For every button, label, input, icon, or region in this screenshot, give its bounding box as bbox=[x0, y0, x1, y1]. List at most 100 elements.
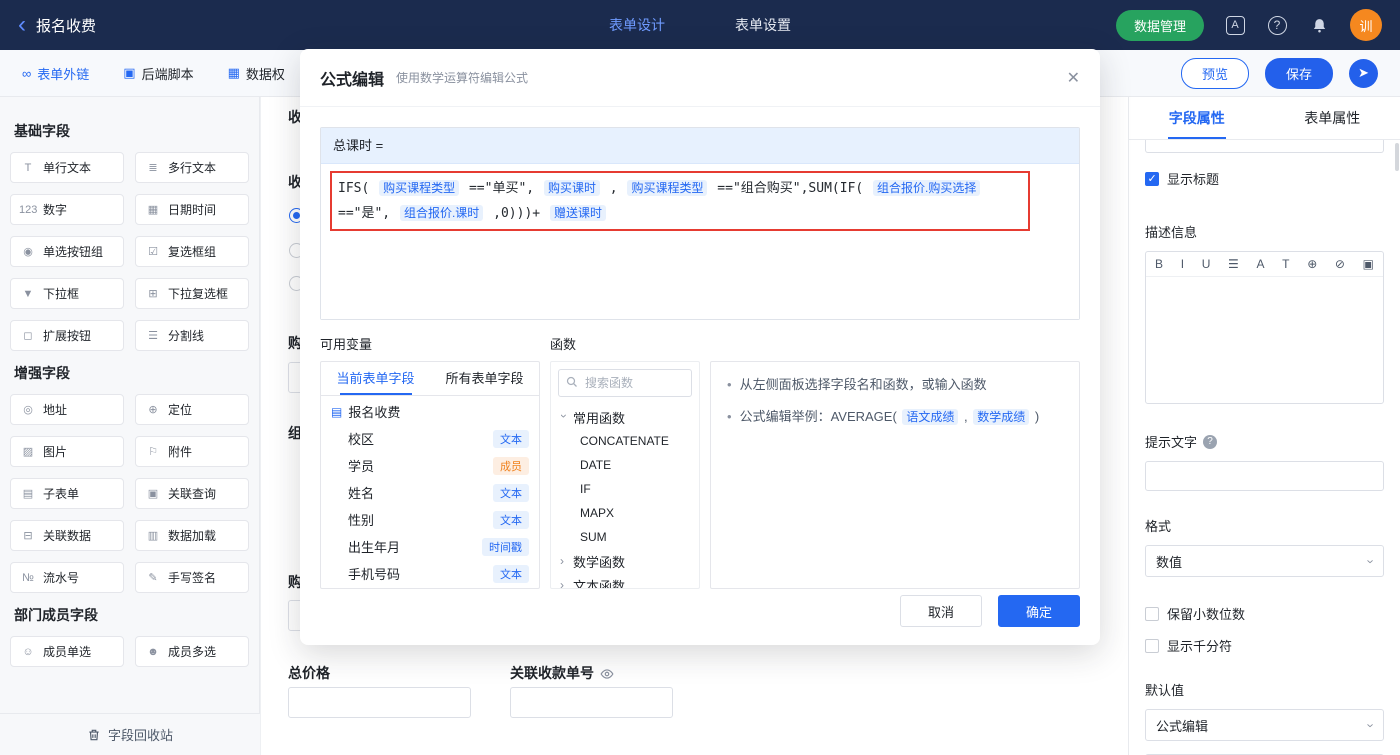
formula-segment[interactable]: =="组合购买",SUM(IF( bbox=[717, 181, 871, 196]
related-receipt-input[interactable] bbox=[510, 687, 673, 718]
formula-segment[interactable]: 购买课程类型 bbox=[627, 180, 708, 196]
back-icon[interactable]: ‹ bbox=[18, 13, 26, 37]
unlink-icon[interactable]: ⊘ bbox=[1335, 257, 1345, 271]
share-button[interactable]: ➤ bbox=[1349, 58, 1378, 88]
format-select[interactable]: 数值 › bbox=[1145, 545, 1384, 577]
function-list-item[interactable]: › CONCATENATE bbox=[558, 429, 692, 453]
function-list-item[interactable]: › 常用函数 bbox=[557, 405, 692, 429]
field-recycle-bin[interactable]: 字段回收站 bbox=[0, 713, 260, 755]
bold-icon[interactable]: B bbox=[1155, 257, 1163, 271]
formula-annotation-frame: IFS( 购买课程类型 =="单买", 购买课时 , 购买课程类型 =="组合购… bbox=[330, 171, 1030, 231]
formula-segment[interactable]: 购买课程类型 bbox=[379, 180, 460, 196]
field-list-item[interactable]: 性别 文本 bbox=[321, 506, 539, 533]
function-search-input[interactable] bbox=[558, 369, 692, 397]
field-type-button[interactable]: ⊟ 关联数据 bbox=[10, 520, 124, 551]
field-list-item[interactable]: 出生年月 时间戳 bbox=[321, 533, 539, 560]
avatar[interactable]: 训 bbox=[1350, 9, 1382, 41]
function-list-item[interactable]: › IF bbox=[558, 477, 692, 501]
field-type-button[interactable]: ⊕ 定位 bbox=[135, 394, 249, 425]
properties-tab[interactable]: 表单属性 bbox=[1265, 97, 1400, 139]
description-editor[interactable]: B I U ☰ A T ⊕ ⊘ ▣ bbox=[1145, 251, 1384, 404]
field-type-button[interactable]: ▼ 下拉框 bbox=[10, 278, 124, 309]
variables-label: 可用变量 bbox=[320, 337, 373, 352]
field-type-button[interactable]: № 流水号 bbox=[10, 562, 124, 593]
field-type-button[interactable]: ☻ 成员多选 bbox=[135, 636, 249, 667]
field-type-button[interactable]: ▤ 子表单 bbox=[10, 478, 124, 509]
header-tab[interactable]: 表单设计 bbox=[609, 15, 665, 35]
field-type-button[interactable]: ◻ 扩展按钮 bbox=[10, 320, 124, 351]
function-list-item[interactable]: › DATE bbox=[558, 453, 692, 477]
field-type-button[interactable]: ✎ 手写签名 bbox=[135, 562, 249, 593]
preview-button[interactable]: 预览 bbox=[1180, 57, 1249, 89]
form-tree-root[interactable]: ▤ 报名收费 bbox=[321, 396, 539, 425]
thousand-checkbox[interactable] bbox=[1145, 638, 1159, 653]
toolbar-link[interactable]: ∞ 表单外链 bbox=[22, 64, 89, 83]
field-list-item[interactable]: 手机号码 文本 bbox=[321, 560, 539, 587]
formula-segment[interactable]: 组合报价.购买选择 bbox=[873, 180, 981, 196]
formula-segment[interactable]: 组合报价.课时 bbox=[399, 205, 484, 221]
field-list-item[interactable]: 姓名 文本 bbox=[321, 479, 539, 506]
save-button[interactable]: 保存 bbox=[1264, 57, 1333, 89]
link-icon[interactable]: ⊕ bbox=[1307, 257, 1317, 271]
header-tab[interactable]: 表单设置 bbox=[735, 15, 791, 35]
field-type-button[interactable]: ▥ 数据加载 bbox=[135, 520, 249, 551]
toolbar-link[interactable]: ▦ 数据权 bbox=[228, 64, 285, 83]
field-type-button[interactable]: ⊞ 下拉复选框 bbox=[135, 278, 249, 309]
variable-tab[interactable]: 当前表单字段 bbox=[321, 362, 430, 395]
field-type-icon: ☰ bbox=[148, 330, 158, 342]
function-list-item[interactable]: › 文本函数 bbox=[558, 573, 692, 588]
variable-tab[interactable]: 所有表单字段 bbox=[430, 362, 539, 395]
help-icon[interactable]: ? bbox=[1266, 14, 1288, 36]
function-list-item[interactable]: › MAPX bbox=[558, 501, 692, 525]
format-select-value: 数值 bbox=[1156, 554, 1183, 570]
field-type-button[interactable]: ◉ 单选按钮组 bbox=[10, 236, 124, 267]
properties-tab[interactable]: 字段属性 bbox=[1129, 97, 1265, 139]
underline-icon[interactable]: U bbox=[1202, 257, 1211, 271]
panel-scrollbar[interactable] bbox=[1395, 143, 1399, 171]
modal-title: 公式编辑 bbox=[320, 71, 385, 89]
show-title-checkbox[interactable] bbox=[1145, 171, 1159, 186]
field-type-button[interactable]: ☺ 成员单选 bbox=[10, 636, 124, 667]
italic-icon[interactable]: I bbox=[1181, 257, 1184, 271]
align-icon[interactable]: ☰ bbox=[1228, 257, 1239, 271]
formula-segment[interactable]: =="是", bbox=[338, 206, 398, 221]
formula-segment[interactable]: 赠送课时 bbox=[549, 205, 606, 221]
image-icon[interactable]: ▣ bbox=[1363, 257, 1374, 271]
formula-input-area[interactable]: IFS( 购买课程类型 =="单买", 购买课时 , 购买课程类型 =="组合购… bbox=[321, 164, 1079, 319]
field-type-button[interactable]: ☑ 复选框组 bbox=[135, 236, 249, 267]
default-value-select[interactable]: 公式编辑 › bbox=[1145, 709, 1384, 741]
close-icon[interactable]: ✕ bbox=[1067, 68, 1080, 88]
field-type-button[interactable]: ▣ 关联查询 bbox=[135, 478, 249, 509]
font-color-icon[interactable]: A bbox=[1256, 257, 1264, 271]
field-type-button[interactable]: T 单行文本 bbox=[10, 152, 124, 183]
function-list-item[interactable]: › SUM bbox=[558, 525, 692, 549]
field-name-input-partial[interactable] bbox=[1145, 140, 1384, 153]
field-type-button[interactable]: ☰ 分割线 bbox=[135, 320, 249, 351]
field-type-button[interactable]: ≣ 多行文本 bbox=[135, 152, 249, 183]
field-list-item[interactable]: 校区 文本 bbox=[321, 425, 539, 452]
bell-icon[interactable] bbox=[1308, 14, 1330, 36]
translate-icon[interactable]: A bbox=[1224, 14, 1246, 36]
font-size-icon[interactable]: T bbox=[1282, 257, 1289, 271]
total-price-input[interactable] bbox=[288, 687, 471, 718]
formula-segment[interactable]: 购买课时 bbox=[543, 180, 600, 196]
hint-help-icon[interactable]: ? bbox=[1203, 434, 1218, 449]
field-type-button[interactable]: 123 数字 bbox=[10, 194, 124, 225]
function-list-item[interactable]: › 数学函数 bbox=[558, 549, 692, 573]
modal-footer: 取消 确定 bbox=[900, 595, 1080, 627]
hint-input[interactable] bbox=[1145, 461, 1384, 491]
cancel-button[interactable]: 取消 bbox=[900, 595, 982, 627]
data-manage-button[interactable]: 数据管理 bbox=[1115, 9, 1204, 41]
field-type-button[interactable]: ◎ 地址 bbox=[10, 394, 124, 425]
field-type-button[interactable]: ▦ 日期时间 bbox=[135, 194, 249, 225]
confirm-button[interactable]: 确定 bbox=[998, 595, 1080, 627]
formula-segment[interactable]: ,0)))+ bbox=[493, 206, 548, 221]
decimal-checkbox[interactable] bbox=[1145, 606, 1159, 621]
formula-segment[interactable]: , bbox=[610, 181, 626, 196]
formula-segment[interactable]: =="单买", bbox=[469, 181, 542, 196]
field-type-button[interactable]: ⚐ 附件 bbox=[135, 436, 249, 467]
formula-segment[interactable]: IFS( bbox=[338, 181, 377, 196]
field-type-button[interactable]: ▨ 图片 bbox=[10, 436, 124, 467]
toolbar-link[interactable]: ▣ 后端脚本 bbox=[123, 64, 193, 83]
field-list-item[interactable]: 学员 成员 bbox=[321, 452, 539, 479]
